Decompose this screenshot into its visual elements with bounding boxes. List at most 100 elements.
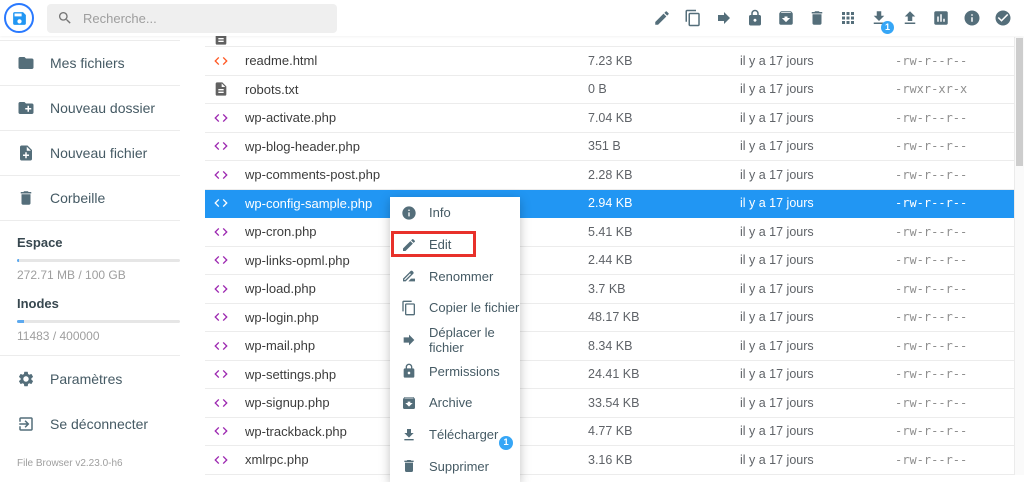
context-menu-item-renommer[interactable]: Renommer xyxy=(390,260,520,292)
new-file-icon xyxy=(17,144,35,162)
context-menu-item-archive[interactable]: Archive xyxy=(390,387,520,419)
file-row[interactable]: robots.txt0 Bil y a 17 jours-rwxr-xr-x xyxy=(205,76,1014,105)
file-row[interactable]: wp-load.php3.7 KBil y a 17 jours-rw-r--r… xyxy=(205,275,1014,304)
logout-icon xyxy=(17,415,35,433)
scrollbar[interactable] xyxy=(1014,37,1024,475)
file-rows: readme.html7.23 KBil y a 17 jours-rw-r--… xyxy=(205,47,1014,475)
file-row[interactable]: wp-mail.php8.34 KBil y a 17 jours-rw-r--… xyxy=(205,332,1014,361)
file-row[interactable]: wp-blog-header.php351 Bil y a 17 jours-r… xyxy=(205,133,1014,162)
file-size: 2.44 KB xyxy=(588,253,740,267)
app-logo[interactable] xyxy=(4,3,34,33)
toolbar: 1 xyxy=(653,9,1024,27)
code-icon xyxy=(213,452,229,468)
toolbar-archive-button[interactable] xyxy=(777,9,795,27)
code-icon xyxy=(213,281,229,297)
sidebar-item-nouveau-dossier[interactable]: Nouveau dossier xyxy=(0,86,180,131)
partial-file-row[interactable] xyxy=(205,36,1014,47)
file-list: readme.html7.23 KBil y a 17 jours-rw-r--… xyxy=(205,36,1014,475)
file-modified: il y a 17 jours xyxy=(740,82,895,96)
file-row[interactable]: xmlrpc.php3.16 KBil y a 17 jours-rw-r--r… xyxy=(205,446,1014,475)
context-menu-item-deplacer[interactable]: Déplacer le fichier xyxy=(390,324,520,356)
file-row[interactable]: wp-config-sample.php2.94 KBil y a 17 jou… xyxy=(205,190,1014,219)
toolbar-stats-button[interactable] xyxy=(932,9,950,27)
sidebar-item-label: Corbeille xyxy=(50,190,105,206)
context-menu-item-info[interactable]: Info xyxy=(390,197,520,229)
file-permissions: -rw-r--r-- xyxy=(895,139,1014,153)
file-row[interactable]: wp-cron.php5.41 KBil y a 17 jours-rw-r--… xyxy=(205,218,1014,247)
search-input[interactable] xyxy=(83,11,323,26)
upload-icon xyxy=(901,9,919,27)
file-modified: il y a 17 jours xyxy=(740,225,895,239)
file-modified: il y a 17 jours xyxy=(740,396,895,410)
file-permissions: -rw-r--r-- xyxy=(895,196,1014,210)
toolbar-info-button[interactable] xyxy=(963,9,981,27)
file-permissions: -rw-r--r-- xyxy=(895,424,1014,438)
toolbar-download-button[interactable]: 1 xyxy=(870,9,888,27)
toolbar-edit-button[interactable] xyxy=(653,9,671,27)
trash-icon xyxy=(17,189,35,207)
search-icon xyxy=(57,10,73,26)
toolbar-download-badge: 1 xyxy=(881,21,894,34)
code-icon xyxy=(213,195,229,211)
file-row[interactable]: readme.html7.23 KBil y a 17 jours-rw-r--… xyxy=(205,47,1014,76)
context-menu-item-permissions[interactable]: Permissions xyxy=(390,355,520,387)
file-row[interactable]: wp-login.php48.17 KBil y a 17 jours-rw-r… xyxy=(205,304,1014,333)
file-row[interactable]: wp-signup.php33.54 KBil y a 17 jours-rw-… xyxy=(205,389,1014,418)
toolbar-copy-button[interactable] xyxy=(684,9,702,27)
file-row[interactable]: wp-comments-post.php2.28 KBil y a 17 jou… xyxy=(205,161,1014,190)
sidebar-item-mes-fichiers[interactable]: Mes fichiers xyxy=(0,41,180,86)
file-modified: il y a 17 jours xyxy=(740,339,895,353)
toolbar-permissions-button[interactable] xyxy=(746,9,764,27)
file-row[interactable]: wp-settings.php24.41 KBil y a 17 jours-r… xyxy=(205,361,1014,390)
search-bar[interactable] xyxy=(47,4,337,33)
toolbar-move-button[interactable] xyxy=(715,9,733,27)
file-modified: il y a 17 jours xyxy=(740,196,895,210)
code-icon xyxy=(213,110,229,126)
code-icon xyxy=(213,167,229,183)
toolbar-select-multiple-button[interactable] xyxy=(994,9,1012,27)
sidebar-item-corbeille[interactable]: Corbeille xyxy=(0,176,180,221)
space-value: 272.71 MB / 100 GB xyxy=(17,268,180,282)
sidebar-item-parametres[interactable]: Paramètres xyxy=(0,356,180,401)
file-size: 2.94 KB xyxy=(588,196,740,210)
context-menu-item-copier[interactable]: Copier le fichier xyxy=(390,292,520,324)
inodes-progress-fill xyxy=(17,320,24,323)
file-permissions: -rw-r--r-- xyxy=(895,310,1014,324)
edit-icon xyxy=(401,237,417,253)
space-title: Espace xyxy=(17,235,180,250)
sidebar-item-nouveau-fichier[interactable]: Nouveau fichier xyxy=(0,131,180,176)
context-menu-item-supprimer[interactable]: Supprimer xyxy=(390,451,520,482)
context-menu-item-label: Déplacer le fichier xyxy=(429,325,520,355)
file-size: 0 B xyxy=(588,82,740,96)
toolbar-upload-button[interactable] xyxy=(901,9,919,27)
file-size: 351 B xyxy=(588,139,740,153)
file-row[interactable]: wp-trackback.php4.77 KBil y a 17 jours-r… xyxy=(205,418,1014,447)
archive-icon xyxy=(777,9,795,27)
file-browser-app: 1 Mes fichiersNouveau dossier Nouveau fic… xyxy=(0,0,1024,475)
code-icon xyxy=(213,224,229,240)
move-icon xyxy=(401,332,417,348)
header: 1 xyxy=(0,0,1024,36)
file-permissions: -rw-r--r-- xyxy=(895,54,1014,68)
grid-icon xyxy=(839,9,857,27)
file-modified: il y a 17 jours xyxy=(740,367,895,381)
file-name: wp-activate.php xyxy=(245,110,588,125)
file-permissions: -rw-r--r-- xyxy=(895,282,1014,296)
context-menu-item-telecharger[interactable]: Télécharger1 xyxy=(390,419,520,451)
inodes-title: Inodes xyxy=(17,296,180,311)
file-size: 3.16 KB xyxy=(588,453,740,467)
scrollbar-thumb[interactable] xyxy=(1016,38,1023,166)
context-menu-item-label: Edit xyxy=(429,237,451,252)
sidebar-item-label: Nouveau fichier xyxy=(50,145,147,161)
context-menu-item-edit[interactable]: Edit xyxy=(390,229,520,261)
file-size: 24.41 KB xyxy=(588,367,740,381)
code-icon xyxy=(213,395,229,411)
file-size: 48.17 KB xyxy=(588,310,740,324)
doc-icon xyxy=(213,81,229,97)
file-row[interactable]: wp-links-opml.php2.44 KBil y a 17 jours-… xyxy=(205,247,1014,276)
toolbar-switch-view-button[interactable] xyxy=(839,9,857,27)
sidebar-item-se-deconnecter[interactable]: Se déconnecter xyxy=(0,401,180,446)
file-row[interactable]: wp-activate.php7.04 KBil y a 17 jours-rw… xyxy=(205,104,1014,133)
copy-icon xyxy=(684,9,702,27)
toolbar-delete-button[interactable] xyxy=(808,9,826,27)
